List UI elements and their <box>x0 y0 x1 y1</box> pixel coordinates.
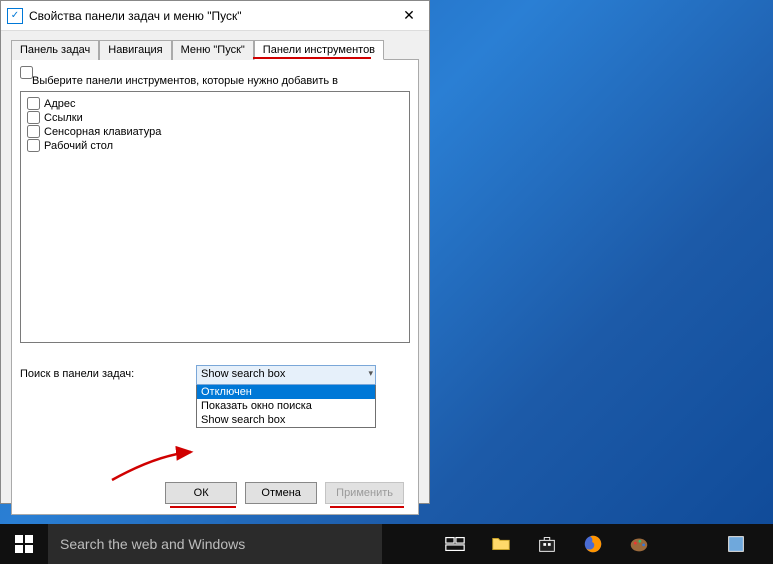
item-label: Ссылки <box>44 112 83 124</box>
list-item: Ссылки <box>27 111 403 124</box>
annotation-underline-tab <box>253 57 371 59</box>
list-item: Рабочий стол <box>27 139 403 152</box>
checkbox-address[interactable] <box>27 97 40 110</box>
search-label: Поиск в панели задач: <box>20 365 196 380</box>
store-icon <box>536 533 558 555</box>
window-title: Свойства панели задач и меню "Пуск" <box>29 9 389 23</box>
checkbox-touch-keyboard[interactable] <box>27 125 40 138</box>
item-label: Сенсорная клавиатура <box>44 126 161 138</box>
windows-icon <box>15 535 33 553</box>
list-item: Сенсорная клавиатура <box>27 125 403 138</box>
ok-button[interactable]: ОК <box>165 482 237 504</box>
task-view-icon <box>444 533 466 555</box>
apply-button[interactable]: Применить <box>325 482 404 504</box>
firefox-icon <box>582 533 604 555</box>
annotation-arrow <box>107 445 197 485</box>
dropdown-option-show-window[interactable]: Показать окно поиска <box>197 399 375 413</box>
checkbox-links[interactable] <box>27 111 40 124</box>
file-explorer-button[interactable] <box>478 524 524 564</box>
store-button[interactable] <box>524 524 570 564</box>
paint-button[interactable] <box>616 524 662 564</box>
taskbar: Search the web and Windows <box>0 524 773 564</box>
cancel-button[interactable]: Отмена <box>245 482 317 504</box>
list-item: Адрес <box>27 97 403 110</box>
tab-taskbar[interactable]: Панель задач <box>11 40 99 60</box>
select-value: Show search box <box>201 368 285 380</box>
instruction-text: Выберите панели инструментов, которые ну… <box>32 75 410 87</box>
taskbar-search-input[interactable]: Search the web and Windows <box>48 524 382 564</box>
annotation-underline-ok <box>170 506 236 508</box>
dropdown-list: Отключен Показать окно поиска Show searc… <box>196 385 376 428</box>
dropdown-option-disabled[interactable]: Отключен <box>197 385 375 399</box>
dropdown-option-show-box[interactable]: Show search box <box>197 413 375 427</box>
taskbar-properties-dialog: ✓ Свойства панели задач и меню "Пуск" ✕ … <box>0 0 430 504</box>
search-select[interactable]: Show search box ▾ Отключен Показать окно… <box>196 365 376 428</box>
chevron-down-icon: ▾ <box>368 368 373 379</box>
titlebar[interactable]: ✓ Свойства панели задач и меню "Пуск" ✕ <box>1 1 429 31</box>
app-icon <box>725 533 747 555</box>
close-button[interactable]: ✕ <box>389 1 429 31</box>
start-button[interactable] <box>0 524 48 564</box>
window-icon: ✓ <box>7 8 23 24</box>
palette-icon <box>628 533 650 555</box>
folder-icon <box>490 533 512 555</box>
tab-start-menu[interactable]: Меню "Пуск" <box>172 40 254 60</box>
toolbars-listbox[interactable]: Адрес Ссылки Сенсорная клавиатура Рабочи… <box>20 91 410 343</box>
tab-content: Выберите панели инструментов, которые ну… <box>11 60 419 515</box>
annotation-underline-apply <box>330 506 404 508</box>
firefox-button[interactable] <box>570 524 616 564</box>
task-view-button[interactable] <box>432 524 478 564</box>
item-label: Адрес <box>44 98 76 110</box>
item-label: Рабочий стол <box>44 140 113 152</box>
checkbox-desktop[interactable] <box>27 139 40 152</box>
system-tray[interactable] <box>713 524 773 564</box>
tray-app-icon[interactable] <box>713 524 759 564</box>
search-placeholder: Search the web and Windows <box>60 536 245 552</box>
tab-navigation[interactable]: Навигация <box>99 40 171 60</box>
